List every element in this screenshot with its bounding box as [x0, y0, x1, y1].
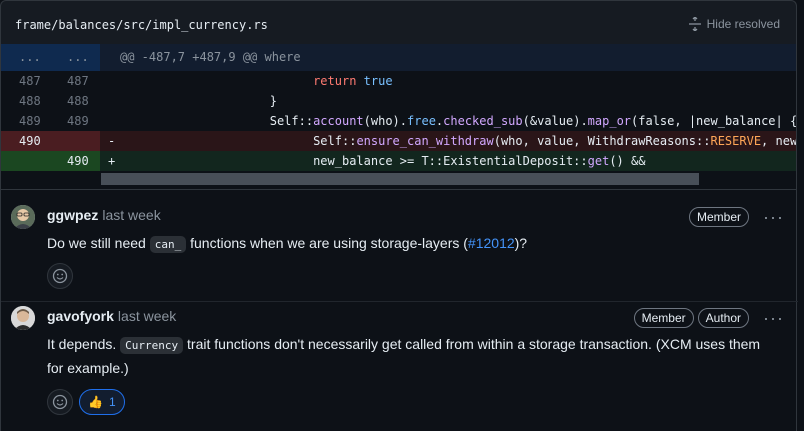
code-fn: get: [587, 154, 610, 168]
author-name[interactable]: ggwpez: [47, 207, 98, 223]
reactions: 👍 1: [47, 389, 125, 415]
code-text: }: [269, 94, 277, 108]
code-text: () &&: [609, 154, 646, 168]
code-text: , new_ba: [761, 134, 797, 148]
code-text: (who, value, WithdrawReasons::: [493, 134, 711, 148]
literal: true: [363, 74, 393, 88]
diff-line-added: 490 + new_balance >= T::ExistentialDepos…: [1, 151, 796, 171]
new-line-number[interactable]: 487: [43, 71, 100, 91]
code-text: new_balance >= T::ExistentialDeposit::: [313, 154, 588, 168]
inline-code: can_: [149, 236, 187, 253]
new-line-number[interactable]: [43, 131, 100, 151]
timestamp[interactable]: last week: [118, 308, 176, 324]
old-line-number[interactable]: 488: [1, 91, 43, 111]
review-thread: ggwpez last week Member ··· Do we still n…: [0, 189, 798, 431]
code-fn: ensure_can_withdraw: [356, 134, 494, 148]
avatar[interactable]: [11, 306, 35, 330]
badges: Member ···: [689, 207, 784, 227]
unfold-icon: [688, 17, 701, 31]
diff-sign: +: [108, 154, 116, 168]
code-text: (false, |new_balance| {: [631, 114, 797, 128]
code-fn: account: [313, 114, 364, 128]
comment-text: Do we still need: [47, 235, 150, 251]
keyword: return: [313, 74, 357, 88]
code-line: + new_balance >= T::ExistentialDeposit::…: [100, 151, 796, 171]
diff-view: ... ... @@ -487,7 +487,9 @@ where 487 48…: [0, 44, 797, 189]
thumbs-up-reaction[interactable]: 👍 1: [79, 389, 125, 415]
comment-header: ggwpez last week: [47, 207, 161, 223]
comment-text: )?: [514, 235, 528, 251]
kebab-menu-icon[interactable]: ···: [763, 208, 784, 226]
old-line-number[interactable]: 489: [1, 111, 43, 131]
timestamp[interactable]: last week: [102, 207, 160, 223]
file-path[interactable]: frame/balances/src/impl_currency.rs: [15, 18, 268, 32]
old-line-number[interactable]: 487: [1, 71, 43, 91]
reaction-count: 1: [108, 395, 116, 409]
new-line-number[interactable]: 489: [43, 111, 100, 131]
thumbs-up-icon: 👍: [88, 395, 103, 409]
hide-resolved-label: Hide resolved: [706, 17, 780, 31]
expand-up-button[interactable]: ...: [1, 44, 43, 71]
badges: Member Author ···: [633, 308, 784, 328]
code-line: Self::account(who).free.checked_sub(&val…: [100, 111, 797, 131]
divider: [1, 301, 798, 302]
code-text: Self::: [269, 114, 314, 128]
comment-header: gavofyork last week: [47, 308, 176, 324]
inline-code: Currency: [120, 337, 184, 354]
avatar[interactable]: [11, 205, 35, 229]
hunk-text: @@ -487,7 +487,9 @@ where: [120, 50, 301, 64]
reactions: [47, 263, 73, 289]
hunk-header: ... ... @@ -487,7 +487,9 @@ where: [1, 44, 796, 71]
code-field: free: [407, 114, 436, 128]
add-reaction-button[interactable]: [47, 389, 73, 415]
diff-sign: -: [108, 134, 116, 148]
author-badge: Author: [697, 308, 750, 328]
issue-link[interactable]: #12012: [468, 235, 515, 251]
diff-line-deleted: 490 - Self::ensure_can_withdraw(who, val…: [1, 131, 797, 151]
expand-down-button[interactable]: ...: [43, 44, 100, 71]
member-badge: Member: [633, 308, 694, 328]
comment-body: Do we still need can_ functions when we …: [47, 232, 777, 256]
code-fn: checked_sub: [443, 114, 523, 128]
code-fn: map_or: [587, 114, 632, 128]
old-line-number[interactable]: 490: [1, 131, 43, 151]
kebab-menu-icon[interactable]: ···: [763, 309, 784, 327]
code-line: - Self::ensure_can_withdraw(who, value, …: [100, 131, 797, 151]
author-name[interactable]: gavofyork: [47, 308, 114, 324]
scrollbar-thumb[interactable]: [101, 173, 699, 185]
file-header: frame/balances/src/impl_currency.rs Hide…: [0, 0, 797, 44]
code-line: return true: [100, 71, 796, 91]
smiley-icon: [52, 394, 68, 410]
comment-text: functions when we are using storage-laye…: [186, 235, 468, 251]
avatar-image: [11, 306, 35, 330]
smiley-icon: [52, 268, 68, 284]
new-line-number[interactable]: 488: [43, 91, 100, 111]
diff-line: 488 488 }: [1, 91, 796, 111]
code-line: }: [100, 91, 796, 111]
diff-line: 487 487 return true: [1, 71, 796, 91]
comment-body: It depends. Currency trait functions don…: [47, 333, 777, 379]
avatar-image: [11, 205, 35, 229]
code-text: (who).: [363, 114, 408, 128]
member-badge: Member: [689, 207, 750, 227]
code-const: RESERVE: [710, 134, 762, 148]
code-text: Self::: [313, 134, 357, 148]
old-line-number[interactable]: [1, 151, 43, 171]
hide-resolved-button[interactable]: Hide resolved: [688, 17, 780, 31]
add-reaction-button[interactable]: [47, 263, 73, 289]
new-line-number[interactable]: 490: [43, 151, 100, 171]
diff-line: 489 489 Self::account(who).free.checked_…: [1, 111, 797, 131]
comment-text: It depends.: [47, 336, 121, 352]
code-text: (&value).: [522, 114, 588, 128]
